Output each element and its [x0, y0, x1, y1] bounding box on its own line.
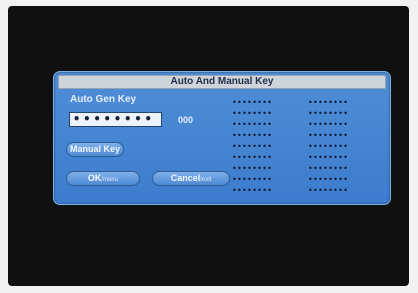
key-grid-cell[interactable]: ••••••••: [232, 100, 300, 106]
manual-key-button[interactable]: Manual Key: [66, 142, 124, 157]
key-grid-cell[interactable]: ••••••••: [232, 166, 300, 172]
cancel-hint: /exit: [200, 177, 212, 183]
key-grid-cell[interactable]: ••••••••: [308, 133, 376, 139]
key-grid-cell[interactable]: ••••••••: [308, 155, 376, 161]
auto-gen-key-label: Auto Gen Key: [70, 94, 137, 105]
tv-screen: Auto And Manual Key Auto Gen Key •••••••…: [8, 6, 409, 286]
key-grid-cell[interactable]: ••••••••: [232, 122, 300, 128]
key-grid-cell[interactable]: ••••••••: [308, 144, 376, 150]
manual-key-label: Manual Key: [69, 144, 120, 154]
key-grid-cell[interactable]: ••••••••: [308, 122, 376, 128]
key-grid-cell[interactable]: ••••••••: [232, 177, 300, 183]
key-grid-cell[interactable]: ••••••••: [232, 144, 300, 150]
key-grid-cell[interactable]: ••••••••: [232, 155, 300, 161]
key-grid-cell[interactable]: ••••••••: [308, 177, 376, 183]
cancel-button[interactable]: Cancel/exit: [152, 171, 230, 186]
key-grid-cell[interactable]: ••••••••: [232, 133, 300, 139]
dialog-title: Auto And Manual Key: [58, 75, 386, 89]
key-grid: •••••••• •••••••• •••••••• •••••••• ••••••••…: [232, 100, 376, 194]
cancel-label: Cancel: [170, 173, 201, 183]
auto-manual-key-dialog: Auto And Manual Key Auto Gen Key •••••••…: [53, 71, 391, 205]
key-grid-cell[interactable]: ••••••••: [308, 188, 376, 194]
key-grid-cell[interactable]: ••••••••: [308, 111, 376, 117]
key-grid-cell[interactable]: ••••••••: [232, 111, 300, 117]
ok-hint: /menu: [101, 177, 119, 183]
ok-label: OK: [87, 173, 102, 183]
key-grid-cell[interactable]: ••••••••: [308, 100, 376, 106]
key-grid-cell[interactable]: ••••••••: [308, 166, 376, 172]
key-grid-cell[interactable]: ••••••••: [232, 188, 300, 194]
ok-button[interactable]: OK/menu: [66, 171, 140, 186]
auto-gen-key-field[interactable]: ••••••••: [69, 112, 162, 127]
key-number: 000: [178, 115, 194, 125]
